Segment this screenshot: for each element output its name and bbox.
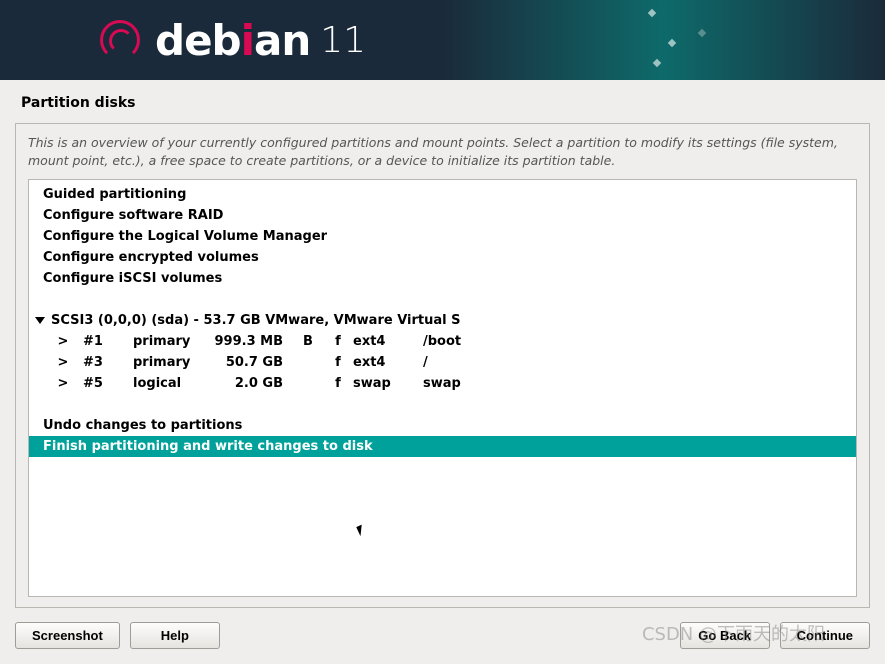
partition-size: 999.3 MB [213,334,293,349]
chevron-down-icon [35,317,45,324]
debian-swirl-icon [100,20,140,60]
partition-fs: ext4 [353,355,423,370]
partition-type: logical [133,376,213,391]
partition-fs: swap [353,376,423,391]
debian-logo-text: debian [155,16,310,65]
button-group-left: Screenshot Help [15,622,220,649]
partition-flag: B [293,334,323,349]
partition-fmt: f [323,376,353,391]
partition-fmt: f [323,355,353,370]
menu-guided[interactable]: Guided partitioning [29,184,856,205]
content-area: Partition disks This is an overview of y… [0,80,885,664]
partition-arrow: > [43,376,83,391]
logo-part-a: deb [155,16,241,65]
disk-label: SCSI3 (0,0,0) (sda) - 53.7 GB VMware, VM… [51,313,460,328]
deco-dot-icon [648,9,656,17]
partition-fs: ext4 [353,334,423,349]
undo-changes[interactable]: Undo changes to partitions [29,415,856,436]
partition-num: #3 [83,355,133,370]
help-button[interactable]: Help [130,622,220,649]
partition-fmt: f [323,334,353,349]
menu-encrypted[interactable]: Configure encrypted volumes [29,247,856,268]
blank-row [29,394,856,415]
partition-num: #5 [83,376,133,391]
menu-raid[interactable]: Configure software RAID [29,205,856,226]
partition-flag [293,355,323,370]
partition-type: primary [133,334,213,349]
button-bar: Screenshot Help Go Back Continue [15,622,870,649]
continue-button[interactable]: Continue [780,622,870,649]
partition-arrow: > [43,334,83,349]
partition-mount: swap [423,376,493,391]
partition-num: #1 [83,334,133,349]
go-back-button[interactable]: Go Back [680,622,770,649]
logo-part-c: an [254,16,310,65]
partition-row[interactable]: > #1 primary 999.3 MB B f ext4 /boot [29,331,856,352]
partition-row[interactable]: > #5 logical 2.0 GB f swap swap [29,373,856,394]
partition-mount: / [423,355,493,370]
partition-type: primary [133,355,213,370]
button-group-right: Go Back Continue [680,622,870,649]
intro-text: This is an overview of your currently co… [28,134,857,169]
main-panel: This is an overview of your currently co… [15,123,870,608]
menu-lvm[interactable]: Configure the Logical Volume Manager [29,226,856,247]
menu-iscsi[interactable]: Configure iSCSI volumes [29,268,856,289]
partition-flag [293,376,323,391]
logo-part-b: i [241,16,254,65]
installer-header: debian 11 [0,0,885,80]
deco-dot-icon [698,29,706,37]
debian-version: 11 [320,20,366,61]
disk-row[interactable]: SCSI3 (0,0,0) (sda) - 53.7 GB VMware, VM… [29,310,856,331]
partition-size: 50.7 GB [213,355,293,370]
deco-dot-icon [668,39,676,47]
partition-arrow: > [43,355,83,370]
partition-size: 2.0 GB [213,376,293,391]
partition-listbox[interactable]: Guided partitioning Configure software R… [28,179,857,597]
deco-dot-icon [653,59,661,67]
screenshot-button[interactable]: Screenshot [15,622,120,649]
partition-row[interactable]: > #3 primary 50.7 GB f ext4 / [29,352,856,373]
finish-partitioning[interactable]: Finish partitioning and write changes to… [29,436,856,457]
page-title: Partition disks [15,95,870,111]
blank-row [29,289,856,310]
partition-mount: /boot [423,334,493,349]
